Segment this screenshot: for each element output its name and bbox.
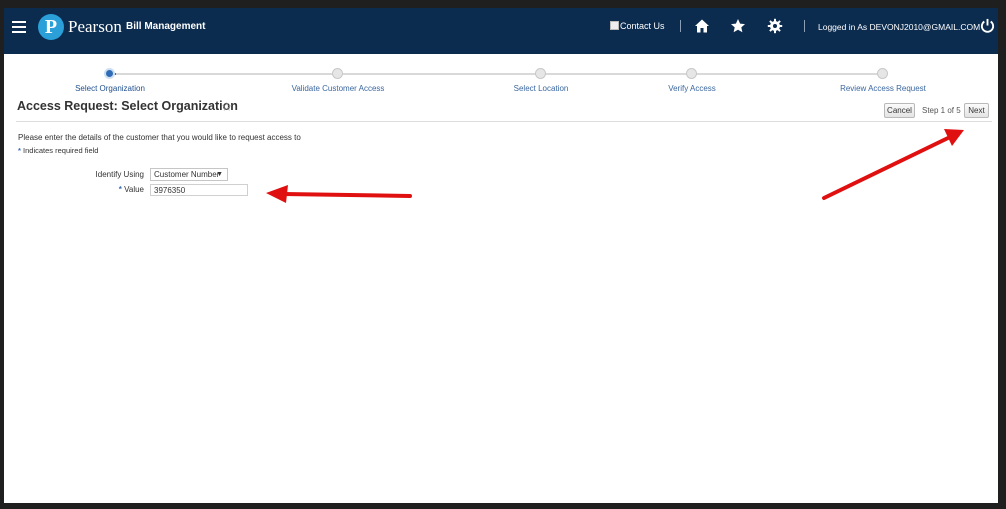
value-input[interactable] [150, 184, 248, 196]
page-title: Access Request: Select Organization [17, 99, 238, 113]
train-label[interactable]: Select Location [501, 84, 581, 93]
app-window: P Pearson Bill Management Contact Us Log… [4, 8, 998, 503]
train-label[interactable]: Verify Access [652, 84, 732, 93]
menu-icon[interactable] [12, 21, 26, 35]
header-divider [804, 20, 805, 32]
contact-us-link[interactable]: Contact Us [610, 21, 665, 31]
brand-name: Pearson [68, 17, 122, 36]
train-stop-select-organization[interactable] [104, 68, 115, 79]
header-divider [680, 20, 681, 32]
broken-image-icon [610, 21, 619, 30]
train-stop-verify-access[interactable] [686, 68, 697, 79]
identify-using-select[interactable]: Customer Number ▼ [150, 168, 228, 181]
pearson-logo-icon: P [38, 14, 64, 40]
value-label: * Value [118, 185, 144, 194]
product-name: Bill Management [126, 21, 206, 32]
train-label[interactable]: Validate Customer Access [284, 84, 392, 93]
train-label[interactable]: Review Access Request [830, 84, 936, 93]
train-stop-validate-customer-access[interactable] [332, 68, 343, 79]
instructions-text: Please enter the details of the customer… [18, 133, 301, 142]
required-marker: * [18, 146, 21, 155]
next-button[interactable]: Next [964, 103, 989, 118]
required-field-note: * Indicates required field [18, 146, 99, 155]
logged-in-user: Logged in As DEVONJ2010@GMAIL.COM [818, 22, 981, 32]
train-label[interactable]: Select Organization [70, 84, 150, 93]
title-divider [16, 121, 992, 122]
identify-using-label: Identify Using [95, 170, 144, 179]
train-connector [116, 73, 884, 75]
settings-gear-icon[interactable] [767, 18, 783, 34]
chevron-down-icon: ▼ [216, 171, 223, 178]
favorite-star-icon[interactable]: ☆ [221, 99, 233, 115]
train-stop-select-location[interactable] [535, 68, 546, 79]
required-marker: * [118, 185, 122, 194]
train-stop-review-access-request[interactable] [877, 68, 888, 79]
top-header-bar: P Pearson Bill Management Contact Us Log… [4, 8, 998, 54]
favorites-star-icon[interactable] [730, 18, 746, 34]
step-indicator: Step 1 of 5 [922, 106, 961, 115]
home-icon[interactable] [694, 18, 710, 34]
power-icon[interactable] [980, 18, 995, 33]
cancel-button[interactable]: Cancel [884, 103, 915, 118]
